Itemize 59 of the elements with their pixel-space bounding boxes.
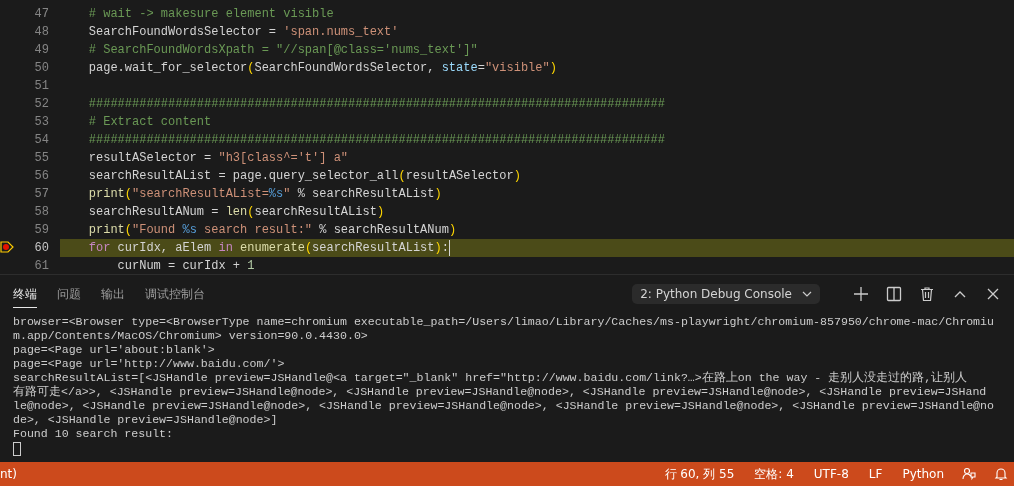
terminal-line: page=<Page url='about:blank'> xyxy=(13,343,216,357)
code-line: print("searchResultAList=%s" % searchResultAList) xyxy=(87,186,442,203)
line-number: 56 xyxy=(33,169,49,183)
status-item[interactable]: LF xyxy=(868,467,883,481)
status-text[interactable]: nt) xyxy=(0,467,17,481)
status-item[interactable]: Python xyxy=(902,467,944,481)
line-number: 59 xyxy=(33,223,49,237)
terminal-line: 有路可走</a>>, <JSHandle preview=JSHandle@node>, <JSHandle preview=JSHandle@node>, <JSHandle preview=JSHandle@node>, <JSHandle preview=JSHand xyxy=(13,385,988,399)
code-line: curNum = curIdx + 1 xyxy=(116,258,255,274)
panel-tab[interactable]: 问题 xyxy=(57,280,81,308)
code-line: # wait -> makesure element visible xyxy=(87,6,334,23)
code-line: searchResultAList = page.query_selector_all(resultASelector) xyxy=(87,168,521,185)
breakpoint-icon[interactable] xyxy=(0,239,14,254)
status-item[interactable]: 行 60, 列 55 xyxy=(664,465,735,483)
line-number: 50 xyxy=(33,61,49,75)
line-number: 48 xyxy=(33,25,49,39)
terminal-line: browser=<Browser type=<BrowserType name=chromium executable_path=/Users/limao/Library/Caches/ms-playwright/chromium-857950/chrome-mac/Chromiu xyxy=(13,315,995,329)
code-line: for curIdx, aElem in enumerate(searchResultAList): xyxy=(87,240,449,257)
code-line: page.wait_for_selector(SearchFoundWordsSelector, state="visible") xyxy=(87,60,557,77)
terminal-line: m.app/Contents/MacOS/Chromium> version=90.0.4430.0> xyxy=(13,329,369,343)
terminal-line: de>, <JSHandle preview=JSHandle@node>] xyxy=(13,413,279,427)
line-number: 57 xyxy=(33,187,49,201)
status-item[interactable]: UTF-8 xyxy=(813,467,849,481)
line-number: 51 xyxy=(33,79,49,93)
terminal-line: searchResultAList=[<JSHandle preview=JSHandle@<a target="_blank" href="http://www.baidu.com/link?…>在路上on the way - 走别人没走过的路,让别人 xyxy=(13,371,969,385)
panel-tab[interactable]: 调试控制台 xyxy=(145,280,205,308)
trash-icon[interactable] xyxy=(919,286,935,302)
line-number: 58 xyxy=(33,205,49,219)
line-number: 61 xyxy=(33,259,49,273)
terminal-line: page=<Page url='http://www.baidu.com/'> xyxy=(13,357,286,371)
plus-icon[interactable] xyxy=(853,286,869,302)
line-number: 49 xyxy=(33,43,49,57)
line-number: 55 xyxy=(33,151,49,165)
text-cursor xyxy=(448,240,450,256)
line-number: 52 xyxy=(33,97,49,111)
terminal-dropdown[interactable]: 2: Python Debug Console xyxy=(632,284,820,304)
close-icon[interactable] xyxy=(985,286,1001,302)
code-line: # SearchFoundWordsXpath = "//span[@class='nums_text']" xyxy=(87,42,478,59)
code-line: resultASelector = "h3[class^='t'] a" xyxy=(87,150,349,167)
code-line: ################################################################################ xyxy=(87,132,665,149)
terminal-line: le@node>, <JSHandle preview=JSHandle@node>, <JSHandle preview=JSHandle@node>, <JSHandle preview=JSHandle@node>, <JSHandle preview=JSHandle@no xyxy=(13,399,995,413)
bell-icon[interactable] xyxy=(994,467,1008,481)
status-item[interactable]: 空格: 4 xyxy=(754,465,794,483)
line-number: 53 xyxy=(33,115,49,129)
chevron-down-icon xyxy=(802,291,812,297)
line-number: 60 xyxy=(33,241,49,255)
terminal-line: Found 10 search result: xyxy=(13,427,175,441)
code-line: SearchFoundWordsSelector = 'span.nums_text' xyxy=(87,24,399,41)
panel-tab[interactable]: 输出 xyxy=(101,280,125,308)
split-icon[interactable] xyxy=(886,286,902,302)
code-line: searchResultANum = len(searchResultAList) xyxy=(87,204,385,221)
terminal-cursor xyxy=(13,442,21,456)
code-line: # Extract content xyxy=(87,114,212,131)
line-number: 54 xyxy=(33,133,49,147)
line-number: 47 xyxy=(33,7,49,21)
code-line: ################################################################################ xyxy=(87,96,665,113)
feedback-icon[interactable] xyxy=(962,467,976,481)
code-line: print("Found %s search result:" % searchResultANum) xyxy=(87,222,457,239)
panel-tab[interactable]: 终端 xyxy=(13,280,37,308)
